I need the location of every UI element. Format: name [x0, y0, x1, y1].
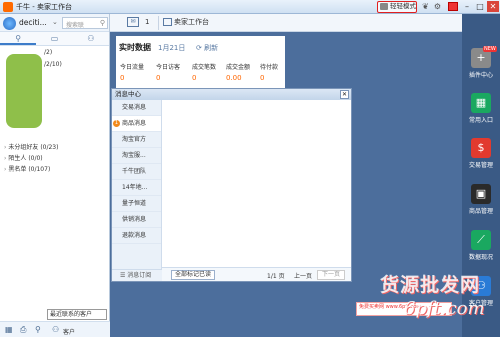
category-qianniu-team[interactable]: 千牛团队: [112, 164, 161, 180]
tab-recent[interactable]: ▭: [36, 32, 72, 45]
apps-grid-icon[interactable]: ▦: [5, 325, 13, 334]
top-strip: ✉ 1 卖家工作台: [110, 14, 462, 32]
contact-group[interactable]: › 黑名单 (0/107): [4, 164, 50, 173]
workspace-button[interactable]: 卖家工作台: [163, 17, 209, 27]
message-count: 1: [145, 18, 150, 26]
contact-group[interactable]: › 未分组好友 (0/23): [4, 142, 58, 151]
category-taobao-official[interactable]: 淘宝官方: [112, 132, 161, 148]
tooltip: 最近联系的客户: [47, 309, 107, 320]
contact-group[interactable]: /2): [44, 49, 52, 56]
user-bar: deciti... ⌄ 搜索联 ⚲: [0, 14, 109, 32]
notice-icon[interactable]: [448, 2, 458, 11]
search-icon[interactable]: ⚲: [35, 325, 41, 334]
close-button[interactable]: ✕: [487, 1, 499, 12]
data-status-button[interactable]: ⟋ 数据现况: [466, 230, 496, 261]
chart-icon: ⟋: [471, 230, 491, 250]
left-bottom-toolbar: ▦ ⎙ ⚲ ⚇ 客户: [0, 321, 110, 337]
minimize-button[interactable]: –: [461, 1, 473, 12]
message-center-dialog: 消息中心 ✕ 交易消息 1 商品消息 淘宝官方 淘宝服... 千牛团队 14年地.…: [111, 88, 352, 282]
watermark-title: 货源批发网: [380, 274, 481, 296]
search-icon[interactable]: ⚲: [100, 19, 105, 27]
subscribe-button[interactable]: ☰ 消息订阅: [112, 269, 162, 281]
common-entry-button[interactable]: ▦ 常用入口: [466, 93, 496, 124]
metric-orders: 成交笔数 0: [192, 64, 217, 82]
goods-management-button[interactable]: ▣ 商品管理: [466, 184, 496, 215]
username[interactable]: deciti...: [19, 18, 47, 27]
new-badge: NEW: [483, 46, 497, 52]
money-icon: $: [471, 138, 491, 158]
category-refund[interactable]: 退款消息: [112, 228, 161, 244]
tab-groups[interactable]: ⚇: [73, 32, 109, 45]
avatar[interactable]: [3, 17, 16, 30]
mark-all-read-button[interactable]: 全部标记已读: [171, 270, 216, 280]
chevron-down-icon[interactable]: ⌄: [52, 18, 58, 26]
workspace-icon: [163, 18, 172, 26]
maximize-button[interactable]: □: [474, 1, 486, 12]
light-mode-label: 轻轻模式: [390, 2, 416, 10]
chevron-right-icon: ›: [4, 166, 7, 173]
metric-traffic: 今日流量 0: [120, 64, 145, 82]
metric-pending: 待付款 0: [260, 64, 279, 82]
grid-icon: ▦: [471, 93, 491, 113]
title-bar: 千牛 - 卖家工作台 轻轻模式 ❦ ⚙ – □ ✕: [0, 0, 500, 14]
print-icon[interactable]: ⎙: [20, 325, 26, 335]
page-indicator: 1/1 页: [267, 273, 285, 280]
dialog-close-button[interactable]: ✕: [340, 90, 349, 99]
category-taobao-service[interactable]: 淘宝服...: [112, 148, 161, 164]
category-supply[interactable]: 供销消息: [112, 212, 161, 228]
dialog-footer: 全部标记已读 1/1 页 上一页 下一页: [162, 267, 351, 281]
metric-visitors: 今日访客 0: [156, 64, 181, 82]
refresh-button[interactable]: ⟳ 刷新: [196, 43, 218, 53]
unread-badge: 1: [113, 120, 120, 127]
dialog-title: 消息中心: [115, 90, 141, 98]
window-title: 千牛 - 卖家工作台: [16, 3, 72, 11]
light-mode-icon: [380, 3, 388, 10]
realtime-date: 1月21日: [158, 44, 186, 52]
light-mode-button[interactable]: 轻轻模式: [377, 1, 417, 13]
message-category-list: 交易消息 1 商品消息 淘宝官方 淘宝服... 千牛团队 14年地... 量子恒道…: [112, 100, 162, 270]
message-icon[interactable]: ✉: [127, 17, 139, 27]
category-trade[interactable]: 交易消息: [112, 100, 161, 116]
divider: [158, 16, 159, 30]
customer-label[interactable]: 客户: [63, 327, 75, 336]
bag-icon: ▣: [471, 184, 491, 204]
customer-icon[interactable]: ⚇: [52, 325, 59, 334]
skin-icon[interactable]: ❦: [421, 2, 430, 11]
realtime-title: 实时数据: [119, 43, 151, 52]
search-placeholder: 搜索联: [66, 22, 85, 29]
chevron-right-icon: ›: [4, 144, 7, 151]
dialog-title-bar: 消息中心 ✕: [112, 89, 351, 100]
category-liangzi[interactable]: 量子恒道: [112, 196, 161, 212]
settings-gear-icon[interactable]: ⚙: [433, 2, 442, 11]
category-14[interactable]: 14年地...: [112, 180, 161, 196]
contact-group[interactable]: › 陌生人 (0/0): [4, 153, 43, 162]
trade-management-button[interactable]: $ 交易管理: [466, 138, 496, 169]
next-page-button[interactable]: 下一页: [317, 270, 346, 280]
plugin-center-button[interactable]: + 插件中心: [466, 48, 496, 79]
realtime-data-card: 实时数据 1月21日 ⟳ 刷新 今日流量 0 今日访客 0 成交笔数 0 成交金额 0.…: [116, 36, 285, 90]
watermark-url: 6pft.com: [404, 298, 485, 319]
prev-page-button[interactable]: 上一页: [294, 271, 312, 280]
category-goods[interactable]: 1 商品消息: [112, 116, 161, 132]
redacted-contacts: [6, 54, 42, 128]
qianniu-logo-icon: [3, 2, 13, 12]
tab-contacts[interactable]: ⚲: [0, 32, 37, 45]
contact-list: /2) /2/10) › 未分组好友 (0/23) › 陌生人 (0/0) › 黑名单…: [0, 46, 109, 316]
contact-group[interactable]: /2/10): [44, 61, 62, 68]
metric-amount: 成交金额 0.00: [226, 64, 251, 82]
contacts-panel: deciti... ⌄ 搜索联 ⚲ ⚲ ▭ ⚇ /2) /2/10) › 未分组好…: [0, 14, 110, 337]
contact-tabs: ⚲ ▭ ⚇: [0, 32, 109, 46]
chevron-right-icon: ›: [4, 155, 7, 162]
search-input[interactable]: 搜索联 ⚲: [62, 17, 108, 29]
